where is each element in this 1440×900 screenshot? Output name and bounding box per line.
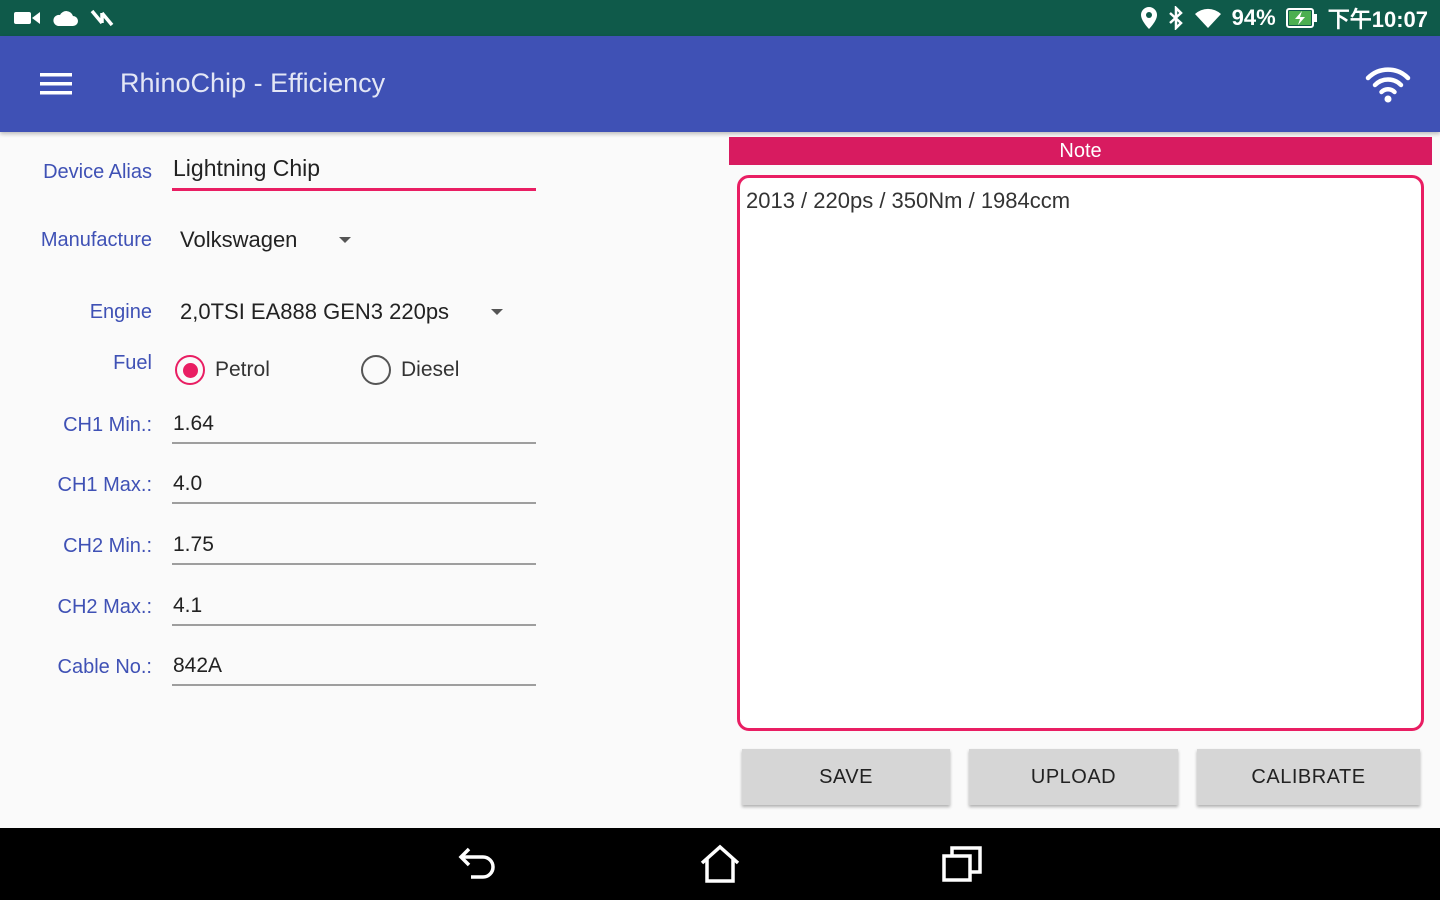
- dropdown-arrow-icon: [491, 309, 504, 315]
- menu-button[interactable]: [28, 62, 84, 106]
- upload-button[interactable]: UPLOAD: [969, 749, 1178, 805]
- battery-charging-icon: [1285, 8, 1317, 28]
- dropdown-arrow-icon: [339, 237, 352, 243]
- status-bar: 94% 下午10:07: [0, 0, 1440, 36]
- app-title: RhinoChip - Efficiency: [120, 68, 386, 98]
- fuel-option-label: Petrol: [215, 358, 270, 381]
- cable-no-input[interactable]: [172, 654, 536, 686]
- clock: 下午10:07: [1327, 7, 1428, 32]
- manufacture-value: Volkswagen: [180, 227, 298, 252]
- battery-level: 94%: [1231, 5, 1276, 30]
- fuel-radio-petrol[interactable]: Petrol: [175, 355, 270, 385]
- note-textarea[interactable]: 2013 / 220ps / 350Nm / 1984ccm: [737, 175, 1424, 731]
- wifi-icon: [1194, 8, 1221, 28]
- menu-icon: [40, 73, 72, 95]
- recents-button[interactable]: [932, 840, 992, 888]
- wifi-icon: [1365, 67, 1411, 103]
- back-button[interactable]: [448, 840, 508, 888]
- video-camera-icon: [14, 12, 40, 24]
- navigation-bar: [0, 828, 1440, 900]
- nfc-icon: [90, 9, 114, 27]
- back-icon: [458, 847, 495, 879]
- bluetooth-icon: [1168, 6, 1183, 30]
- cable-no-label: Cable No.:: [57, 656, 153, 678]
- ch2-max-label: CH2 Max.:: [57, 596, 152, 618]
- fuel-label: Fuel: [113, 352, 152, 374]
- wifi-connect-button[interactable]: [1360, 60, 1416, 110]
- calibrate-button[interactable]: CALIBRATE: [1197, 749, 1420, 805]
- ch1-min-input[interactable]: [172, 412, 536, 444]
- manufacture-label: Manufacture: [40, 229, 152, 251]
- device-alias-input[interactable]: [172, 155, 536, 191]
- radio-unchecked-icon: [361, 355, 391, 385]
- manufacture-spinner[interactable]: Volkswagen: [172, 218, 352, 262]
- engine-label: Engine: [89, 301, 152, 323]
- ch2-min-input[interactable]: [172, 533, 536, 565]
- note-header: Note: [729, 137, 1432, 165]
- cloud-icon: [53, 11, 78, 26]
- status-right-icons: 94% 下午10:07: [1140, 4, 1428, 32]
- location-icon: [1140, 7, 1157, 29]
- status-left-icons: [14, 6, 114, 30]
- ch1-min-label: CH1 Min.:: [63, 414, 152, 436]
- recents-icon: [942, 846, 982, 882]
- fuel-option-label: Diesel: [401, 358, 460, 381]
- ch2-min-label: CH2 Min.:: [63, 535, 152, 557]
- radio-checked-icon: [175, 355, 205, 385]
- home-icon: [700, 844, 740, 883]
- device-alias-label: Device Alias: [43, 161, 152, 183]
- ch1-max-label: CH1 Max.:: [57, 474, 152, 496]
- engine-spinner[interactable]: 2,0TSI EA888 GEN3 220ps: [172, 290, 504, 334]
- home-button[interactable]: [690, 840, 750, 888]
- ch1-max-input[interactable]: [172, 472, 536, 504]
- fuel-radio-diesel[interactable]: Diesel: [361, 355, 459, 385]
- ch2-max-input[interactable]: [172, 594, 536, 626]
- save-button[interactable]: SAVE: [742, 749, 950, 805]
- app-bar: RhinoChip - Efficiency: [0, 36, 1440, 132]
- engine-value: 2,0TSI EA888 GEN3 220ps: [180, 299, 450, 324]
